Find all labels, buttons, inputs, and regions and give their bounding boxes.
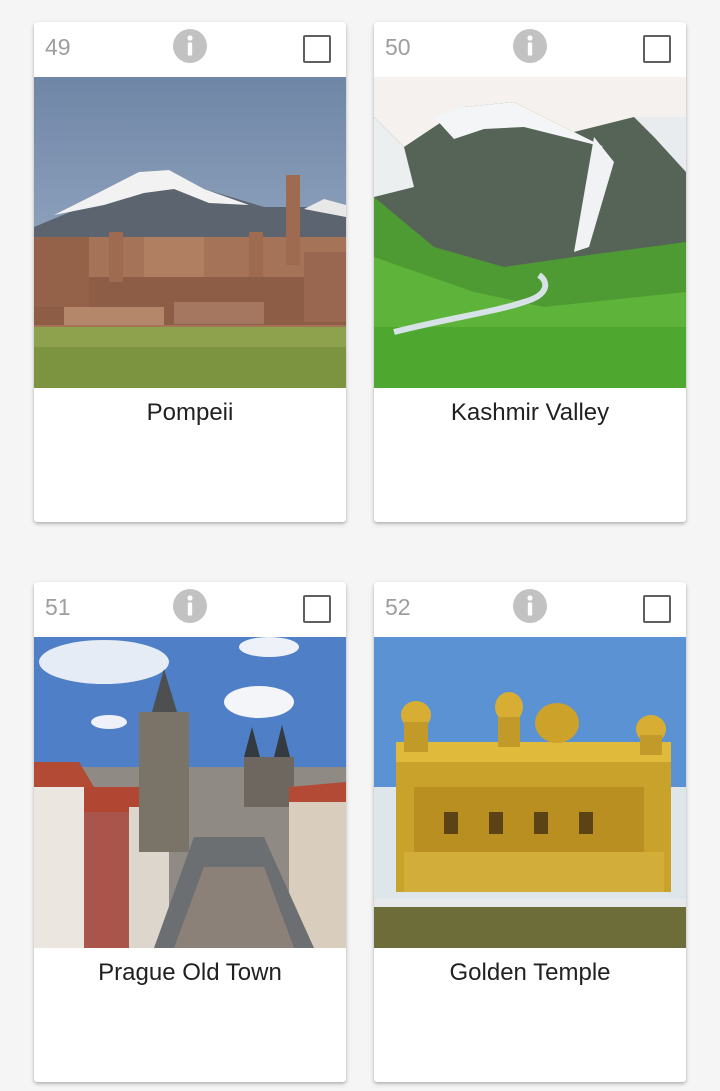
info-icon[interactable] [173,589,207,623]
card-header: 52 [374,582,686,637]
card-number: 50 [385,34,411,60]
card-number: 51 [45,594,71,620]
card-grid: 49 Pompeii 50 Kashmir Valley 51 Prague O… [0,0,720,1091]
card-header: 50 [374,22,686,77]
select-checkbox[interactable] [303,35,331,63]
place-card-prague-old-town[interactable]: 51 Prague Old Town [34,582,346,1082]
select-checkbox[interactable] [303,595,331,623]
place-card-pompeii[interactable]: 49 Pompeii [34,22,346,522]
card-number: 52 [385,594,411,620]
card-title: Pompeii [146,399,234,426]
place-photo[interactable] [374,77,686,388]
card-title: Prague Old Town [98,959,282,986]
card-title: Golden Temple [449,959,611,986]
info-icon[interactable] [513,29,547,63]
place-card-golden-temple[interactable]: 52 Golden Temple [374,582,686,1082]
place-photo[interactable] [374,637,686,948]
place-photo[interactable] [34,77,346,388]
place-card-kashmir-valley[interactable]: 50 Kashmir Valley [374,22,686,522]
card-header: 51 [34,582,346,637]
info-icon[interactable] [173,29,207,63]
select-checkbox[interactable] [643,35,671,63]
select-checkbox[interactable] [643,595,671,623]
card-number: 49 [45,34,71,60]
card-title: Kashmir Valley [450,399,610,426]
place-photo[interactable] [34,637,346,948]
card-header: 49 [34,22,346,77]
info-icon[interactable] [513,589,547,623]
